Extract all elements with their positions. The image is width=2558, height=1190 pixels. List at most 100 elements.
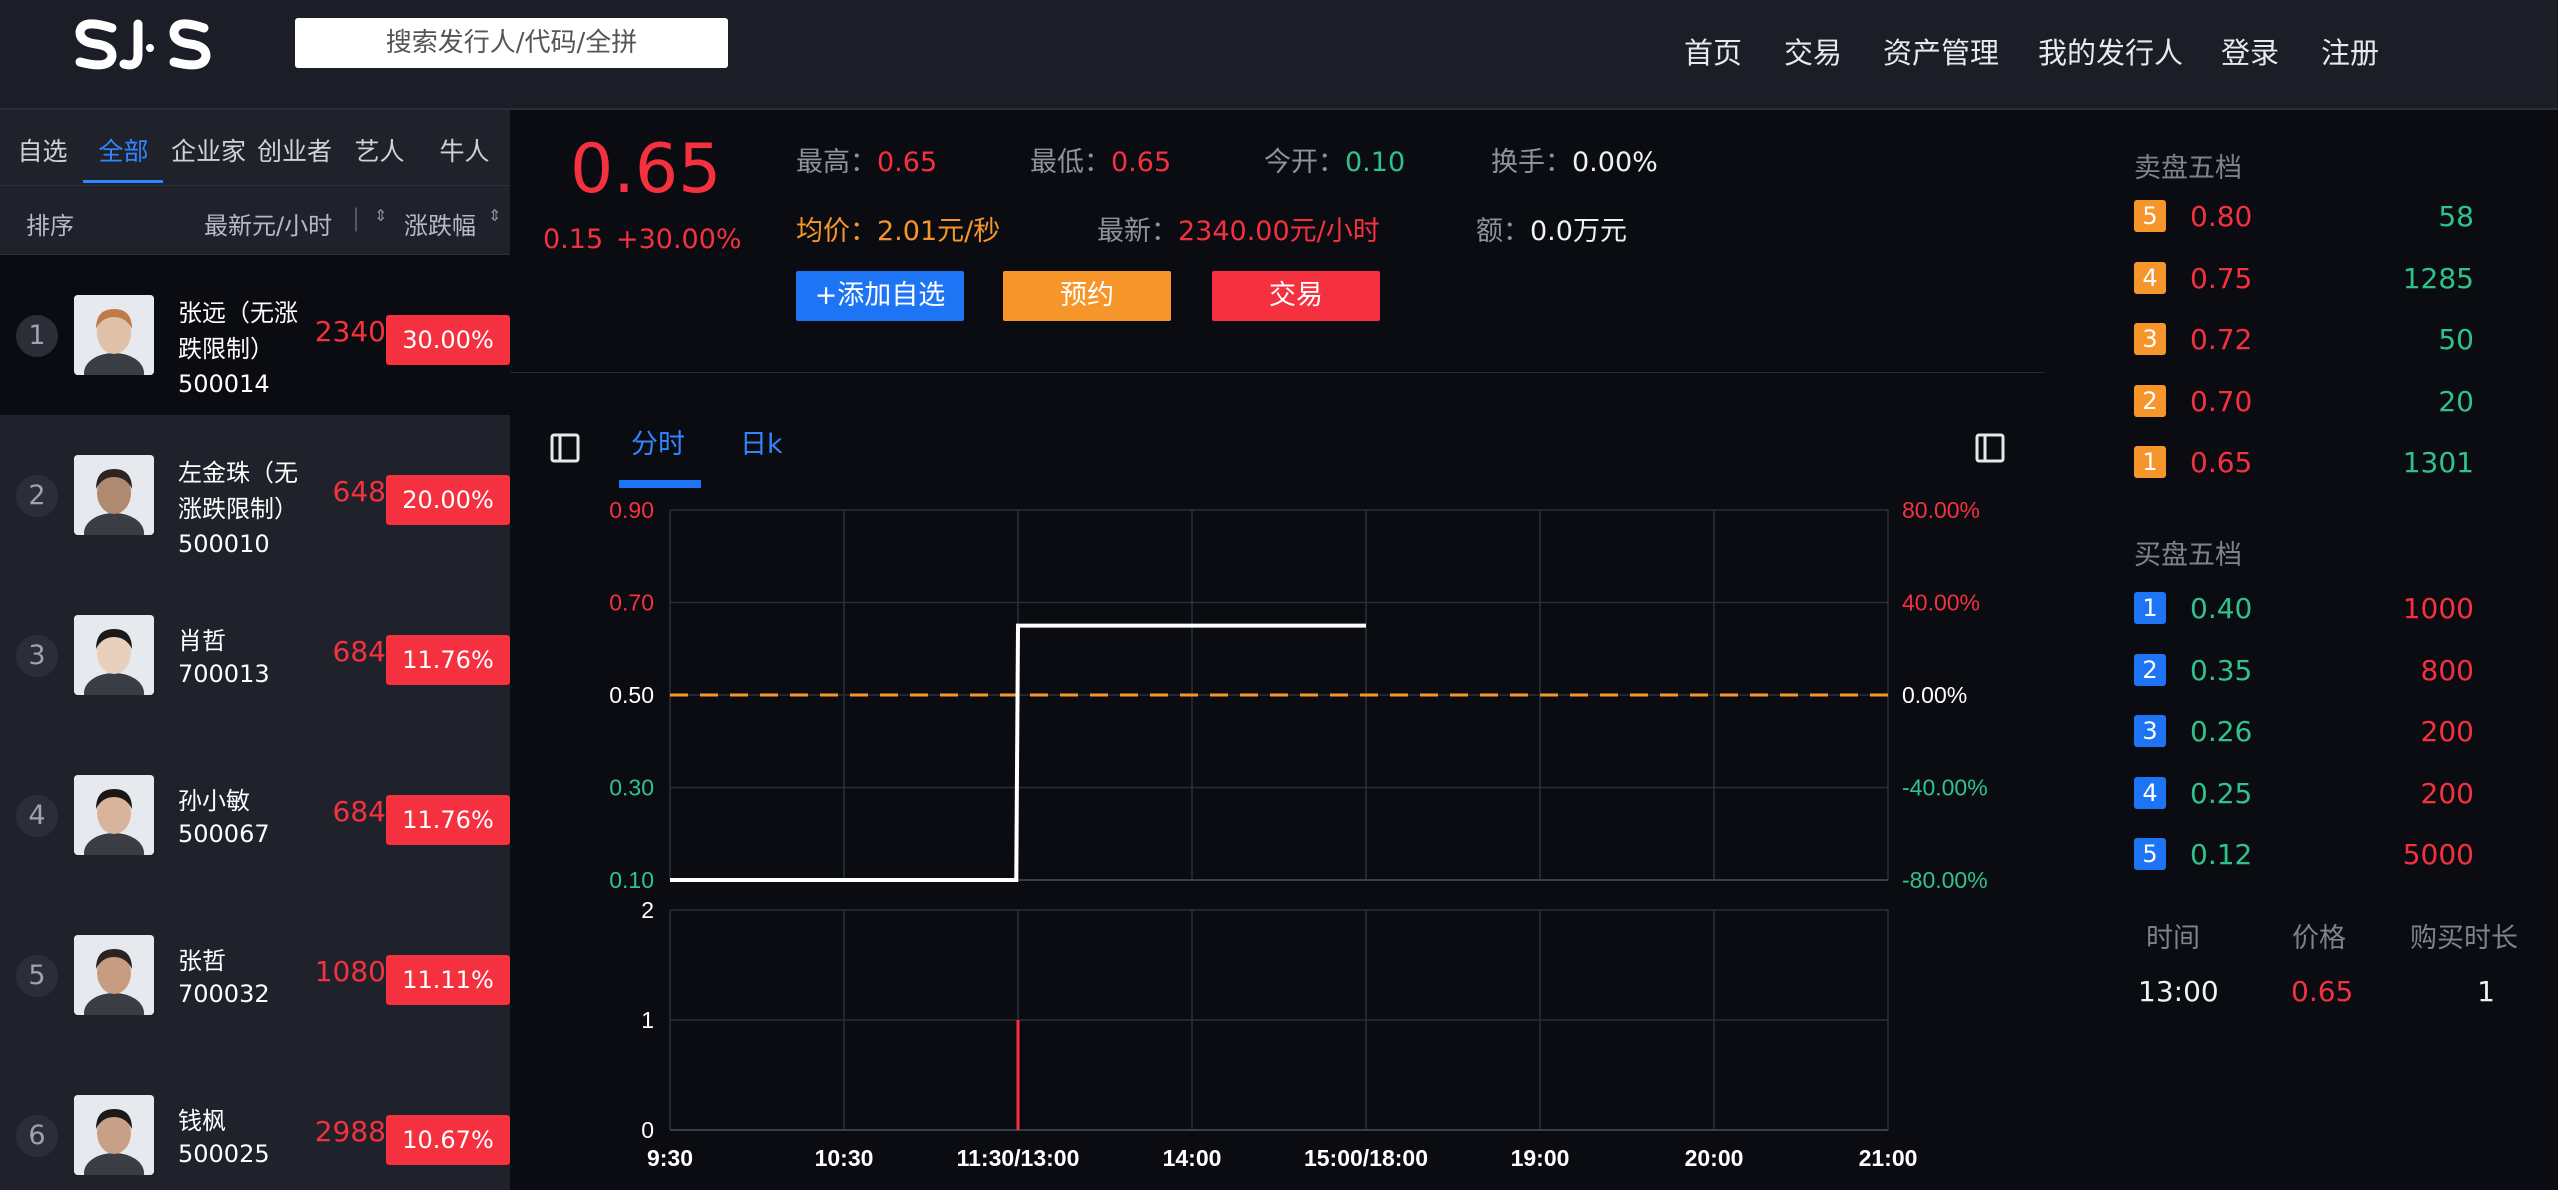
change-badge: 30.00% bbox=[386, 315, 510, 365]
level-badge: 4 bbox=[2134, 776, 2166, 809]
buy-level-row[interactable]: 5 0.12 5000 bbox=[2134, 838, 2474, 878]
x-tick-label: 14:00 bbox=[1163, 1145, 1222, 1171]
buy-price: 0.26 bbox=[2190, 715, 2253, 748]
tab-watchlist[interactable]: 自选 bbox=[0, 132, 85, 168]
current-price: 0.65 bbox=[570, 130, 722, 209]
list-item[interactable]: 1 张远（无涨跌限制） 500014 2340 30.00% bbox=[0, 255, 510, 415]
issuer-code: 500067 bbox=[178, 820, 270, 848]
sell-price: 0.72 bbox=[2190, 323, 2253, 356]
avatar bbox=[74, 935, 154, 1015]
issuer-price: 1080 bbox=[314, 955, 386, 988]
sell-price: 0.65 bbox=[2190, 446, 2253, 479]
avatar bbox=[74, 1095, 154, 1175]
tab-all[interactable]: 全部 bbox=[81, 132, 166, 168]
sell-volume: 1301 bbox=[2402, 446, 2474, 479]
change-badge: 10.67% bbox=[386, 1115, 510, 1165]
sell-price: 0.80 bbox=[2190, 200, 2253, 233]
sell-level-row[interactable]: 5 0.80 58 bbox=[2134, 200, 2474, 240]
nav-home[interactable]: 首页 bbox=[1684, 30, 1742, 72]
buy-level-row[interactable]: 4 0.25 200 bbox=[2134, 776, 2474, 817]
active-tab-indicator bbox=[83, 180, 163, 183]
avatar bbox=[74, 455, 154, 535]
nav-my-issuers[interactable]: 我的发行人 bbox=[2038, 30, 2183, 72]
nav-assets[interactable]: 资产管理 bbox=[1883, 30, 1999, 72]
x-tick-label: 19:00 bbox=[1511, 1145, 1570, 1171]
buy-level-row[interactable]: 3 0.26 200 bbox=[2134, 715, 2474, 755]
reserve-button[interactable]: 预约 bbox=[1003, 271, 1171, 321]
price-change-pct: +30.00% bbox=[616, 224, 742, 255]
top-header: 搜索发行人/代码/全拼 首页 交易 资产管理 我的发行人 登录 注册 bbox=[0, 0, 2558, 110]
sort-arrows-icon[interactable]: ⇕ bbox=[488, 206, 501, 225]
sell-level-row[interactable]: 2 0.70 20 bbox=[2134, 384, 2474, 425]
sort-price-col[interactable]: 最新元/小时 bbox=[204, 206, 332, 241]
issuer-price: 2988 bbox=[314, 1115, 386, 1148]
stat-open: 今开：0.10 bbox=[1264, 147, 1406, 178]
rank-badge: 5 bbox=[16, 955, 58, 997]
issuer-name: 张哲 bbox=[178, 947, 226, 975]
volume-tick-label: 1 bbox=[641, 1007, 654, 1033]
buy-level-row[interactable]: 1 0.40 1000 bbox=[2134, 592, 2474, 632]
sort-arrows-icon[interactable]: ⇕ bbox=[374, 206, 387, 225]
list-item[interactable]: 2 左金珠（无涨跌限制） 500010 648 20.00% bbox=[0, 415, 510, 575]
tab-daily-k[interactable]: 日k bbox=[740, 422, 783, 461]
logo[interactable] bbox=[72, 14, 212, 74]
buy-level-row[interactable]: 2 0.35 800 bbox=[2134, 653, 2474, 694]
trades-col-time: 时间 bbox=[2146, 923, 2200, 954]
nav-register[interactable]: 注册 bbox=[2321, 30, 2379, 72]
issuer-list-sidebar: 自选 全部 企业家 创业者 艺人 牛人 排序 最新元/小时 | ⇕ 涨跌幅 ⇕ … bbox=[0, 110, 510, 1190]
issuer-price: 2340 bbox=[314, 315, 386, 348]
intraday-chart[interactable]: 0.90 0.70 0.50 0.30 0.10 80.00% 40.00% 0.00% -40… bbox=[560, 490, 2020, 1190]
issuer-name: 肖哲 bbox=[178, 627, 226, 655]
sell-level-row[interactable]: 1 0.65 1301 bbox=[2134, 446, 2474, 486]
search-input[interactable]: 搜索发行人/代码/全拼 bbox=[295, 18, 728, 68]
sell-volume: 50 bbox=[2438, 323, 2474, 356]
sell-level-row[interactable]: 4 0.75 1285 bbox=[2134, 261, 2474, 302]
tab-entrepreneur[interactable]: 企业家 bbox=[166, 132, 251, 168]
issuer-price: 684 bbox=[332, 795, 386, 828]
buy-price: 0.35 bbox=[2190, 653, 2253, 687]
change-badge: 11.11% bbox=[386, 955, 510, 1005]
list-item[interactable]: 3 肖哲 700013 684 11.76% bbox=[0, 575, 510, 735]
list-item[interactable]: 5 张哲 700032 1080 11.11% bbox=[0, 895, 510, 1055]
buy-volume: 1000 bbox=[2402, 592, 2474, 625]
sort-change-col[interactable]: 涨跌幅 bbox=[404, 206, 476, 241]
rank-badge: 2 bbox=[16, 475, 58, 517]
y-tick-label: 0.30 bbox=[609, 775, 654, 801]
y-right-tick-label: 80.00% bbox=[1902, 497, 1980, 523]
trade-button[interactable]: 交易 bbox=[1212, 271, 1380, 321]
x-tick-label: 10:30 bbox=[815, 1145, 874, 1171]
tab-founder[interactable]: 创业者 bbox=[252, 132, 337, 168]
tab-artist[interactable]: 艺人 bbox=[337, 132, 422, 168]
y-tick-label: 0.50 bbox=[609, 682, 654, 708]
issuer-name: 左金珠（无涨跌限制） bbox=[178, 459, 298, 523]
level-badge: 1 bbox=[2134, 592, 2166, 624]
sort-label[interactable]: 排序 bbox=[26, 206, 74, 241]
add-watchlist-button[interactable]: +添加自选 bbox=[796, 271, 964, 321]
change-badge: 20.00% bbox=[386, 475, 510, 525]
nav-login[interactable]: 登录 bbox=[2221, 30, 2279, 72]
sell-level-row[interactable]: 3 0.72 50 bbox=[2134, 323, 2474, 363]
list-item[interactable]: 4 孙小敏 500067 684 11.76% bbox=[0, 735, 510, 895]
nav-trade[interactable]: 交易 bbox=[1784, 30, 1842, 72]
tab-intraday[interactable]: 分时 bbox=[631, 422, 685, 461]
stat-avg: 均价：2.01元/秒 bbox=[796, 216, 1001, 247]
buy-volume: 200 bbox=[2420, 715, 2474, 748]
sell-book-title: 卖盘五档 bbox=[2134, 153, 2242, 184]
y-tick-label: 0.90 bbox=[609, 497, 654, 523]
sell-volume: 58 bbox=[2438, 200, 2474, 233]
sell-volume: 1285 bbox=[2402, 261, 2474, 295]
level-badge: 4 bbox=[2134, 261, 2166, 294]
rank-badge: 3 bbox=[16, 635, 58, 677]
level-badge: 3 bbox=[2134, 715, 2166, 747]
tab-expert[interactable]: 牛人 bbox=[422, 132, 507, 168]
issuer-name: 钱枫 bbox=[178, 1107, 226, 1135]
sidebar-toggle-icon[interactable] bbox=[549, 432, 581, 464]
list-item[interactable]: 6 钱枫 500025 2988 10.67% bbox=[0, 1055, 510, 1190]
issuer-code: 500014 bbox=[178, 370, 270, 398]
level-badge: 5 bbox=[2134, 838, 2166, 870]
issuer-code: 700032 bbox=[178, 980, 270, 1008]
stat-low: 最低：0.65 bbox=[1030, 147, 1172, 178]
buy-volume: 800 bbox=[2420, 653, 2474, 687]
panel-toggle-icon[interactable] bbox=[1974, 432, 2006, 464]
trade-duration: 1 bbox=[2477, 975, 2495, 1008]
